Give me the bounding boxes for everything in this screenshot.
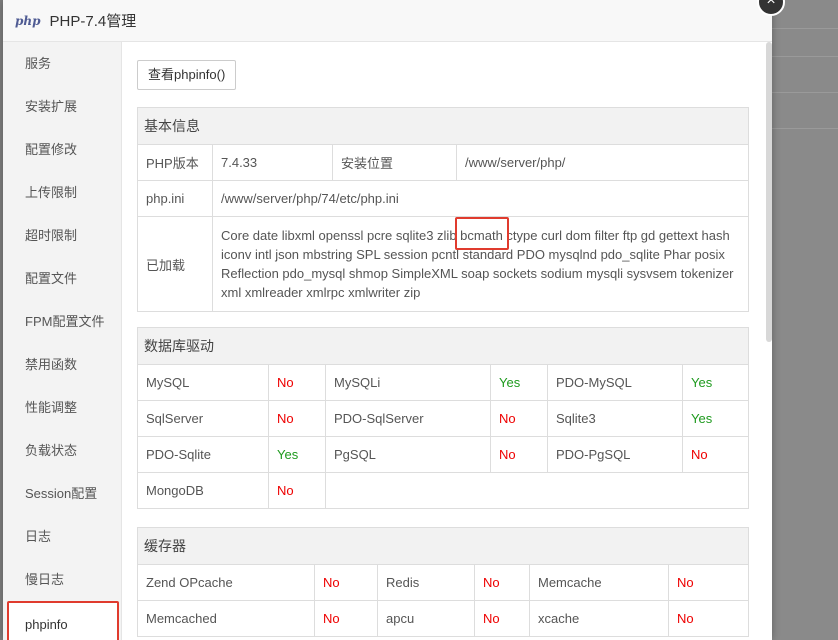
content-scrollbar[interactable] <box>766 42 772 342</box>
install-location-value: /www/server/php/ <box>456 144 749 181</box>
driver-status: No <box>682 436 749 473</box>
page-backdrop <box>772 0 838 640</box>
cache-name: Zend OPcache <box>137 564 315 601</box>
driver-name: PDO-MySQL <box>547 364 683 401</box>
database-drivers-header: 数据库驱动 <box>137 327 749 365</box>
cache-status: No <box>474 600 530 637</box>
table-row: Zend OPcache No Redis No Memcache No <box>137 564 749 601</box>
table-row: MySQL No MySQLi Yes PDO-MySQL Yes <box>137 364 749 401</box>
sidebar-item-config-file[interactable]: 配置文件 <box>3 257 121 300</box>
php-version-label: PHP版本 <box>137 144 213 181</box>
php-manager-dialog: php PHP-7.4管理 服务 安装扩展 配置修改 上传限制 超时限制 配置文… <box>3 0 772 640</box>
cache-status: No <box>474 564 530 601</box>
driver-name: SqlServer <box>137 400 269 437</box>
driver-status: No <box>268 400 326 437</box>
sidebar-item-disabled-functions[interactable]: 禁用函数 <box>3 343 121 386</box>
sidebar-item-config-edit[interactable]: 配置修改 <box>3 128 121 171</box>
php-ini-value: /www/server/php/74/etc/php.ini <box>212 180 749 217</box>
sidebar-item-service[interactable]: 服务 <box>3 42 121 85</box>
cache-status: No <box>314 600 378 637</box>
driver-name: MongoDB <box>137 472 269 509</box>
driver-status: No <box>268 364 326 401</box>
driver-name: PDO-SqlServer <box>325 400 491 437</box>
driver-name: PgSQL <box>325 436 491 473</box>
driver-status: Yes <box>490 364 548 401</box>
cache-table: 缓存器 Zend OPcache No Redis No Memcache No… <box>137 527 749 637</box>
php-logo-icon: php <box>15 13 41 28</box>
sidebar-item-session-config[interactable]: Session配置 <box>3 472 121 515</box>
cache-status: No <box>668 600 749 637</box>
main-content: 查看phpinfo() 基本信息 PHP版本 7.4.33 安装位置 /www/… <box>137 42 749 640</box>
loaded-extensions-label: 已加载 <box>137 216 213 312</box>
cache-status: No <box>314 564 378 601</box>
driver-status: No <box>490 400 548 437</box>
driver-name: MySQLi <box>325 364 491 401</box>
loaded-extensions-list: Core date libxml openssl pcre sqlite3 zl… <box>212 216 749 312</box>
install-location-label: 安装位置 <box>332 144 457 181</box>
sidebar-item-load-status[interactable]: 负载状态 <box>3 429 121 472</box>
table-row: Memcached No apcu No xcache No <box>137 600 749 637</box>
sidebar-item-timeout-limit[interactable]: 超时限制 <box>3 214 121 257</box>
driver-name: Sqlite3 <box>547 400 683 437</box>
cache-status: No <box>668 564 749 601</box>
driver-status: Yes <box>268 436 326 473</box>
sidebar-item-phpinfo[interactable]: phpinfo <box>7 601 119 640</box>
cache-name: Memcached <box>137 600 315 637</box>
table-row: PDO-Sqlite Yes PgSQL No PDO-PgSQL No <box>137 436 749 473</box>
table-row: SqlServer No PDO-SqlServer No Sqlite3 Ye… <box>137 400 749 437</box>
basic-info-table: 基本信息 PHP版本 7.4.33 安装位置 /www/server/php/ … <box>137 107 749 312</box>
sidebar-item-install-extension[interactable]: 安装扩展 <box>3 85 121 128</box>
php-ini-label: php.ini <box>137 180 213 217</box>
driver-status: Yes <box>682 400 749 437</box>
view-phpinfo-button[interactable]: 查看phpinfo() <box>137 60 237 90</box>
sidebar: 服务 安装扩展 配置修改 上传限制 超时限制 配置文件 FPM配置文件 禁用函数… <box>3 42 122 640</box>
driver-name: MySQL <box>137 364 269 401</box>
basic-info-header: 基本信息 <box>137 107 749 145</box>
sidebar-item-fpm-config[interactable]: FPM配置文件 <box>3 300 121 343</box>
highlighted-extension-bcmath: bcmath <box>460 228 503 243</box>
sidebar-item-slow-log[interactable]: 慢日志 <box>3 558 121 601</box>
driver-status: No <box>268 472 326 509</box>
driver-name: PDO-PgSQL <box>547 436 683 473</box>
cache-header: 缓存器 <box>137 527 749 565</box>
loaded-extensions-before: Core date libxml openssl pcre sqlite3 zl… <box>221 228 461 243</box>
empty-cell <box>325 472 749 509</box>
php-version-value: 7.4.33 <box>212 144 333 181</box>
table-row: MongoDB No <box>137 472 749 509</box>
sidebar-item-log[interactable]: 日志 <box>3 515 121 558</box>
cache-name: Memcache <box>529 564 669 601</box>
cache-name: Redis <box>377 564 475 601</box>
cache-name: xcache <box>529 600 669 637</box>
dialog-titlebar: php PHP-7.4管理 <box>3 0 772 42</box>
database-drivers-table: 数据库驱动 MySQL No MySQLi Yes PDO-MySQL Yes … <box>137 327 749 509</box>
cache-name: apcu <box>377 600 475 637</box>
driver-status: No <box>490 436 548 473</box>
dialog-title: PHP-7.4管理 <box>49 13 137 30</box>
driver-status: Yes <box>682 364 749 401</box>
sidebar-item-upload-limit[interactable]: 上传限制 <box>3 171 121 214</box>
driver-name: PDO-Sqlite <box>137 436 269 473</box>
sidebar-item-performance[interactable]: 性能调整 <box>3 386 121 429</box>
